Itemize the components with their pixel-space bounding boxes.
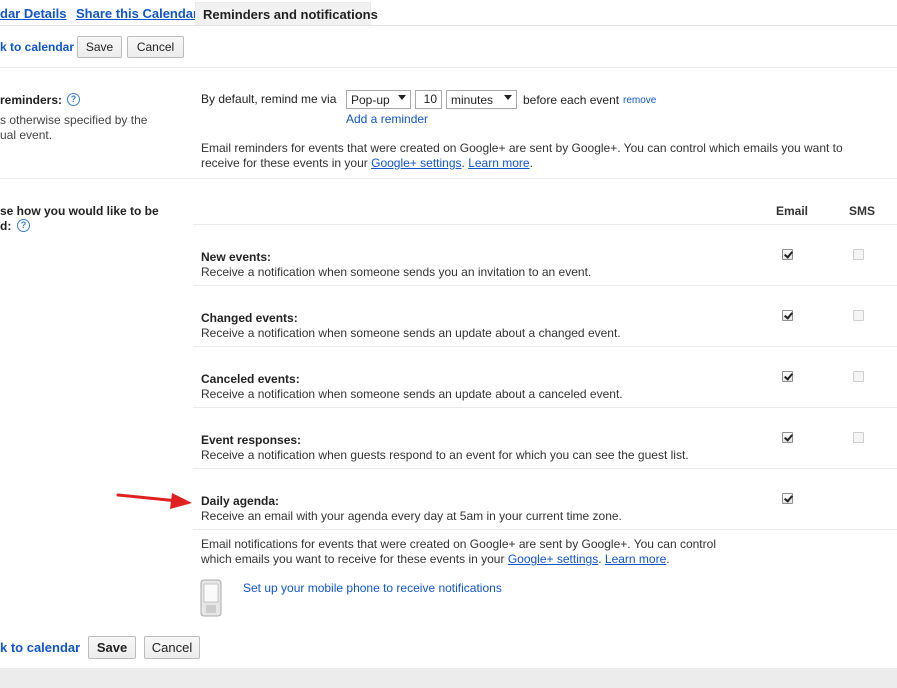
sms-checkbox-canceled-events[interactable]: [853, 371, 864, 382]
help-icon[interactable]: ?: [67, 93, 80, 106]
comma: .: [598, 552, 605, 566]
note-line-2: receive for these events in your: [201, 156, 368, 170]
row-title-changed-events: Changed events:: [201, 311, 298, 325]
email-checkbox-canceled-events[interactable]: [782, 371, 793, 382]
gplus-settings-link[interactable]: Google+ settings: [508, 552, 598, 566]
learn-more-link[interactable]: Learn more: [468, 156, 529, 170]
cancel-button-bottom[interactable]: Cancel: [144, 636, 200, 659]
reminder-method-value: Pop-up: [351, 92, 390, 107]
red-arrow-icon: [116, 493, 192, 509]
save-button[interactable]: Save: [77, 36, 122, 58]
tabs-divider: [0, 25, 897, 26]
help-icon[interactable]: ?: [17, 219, 30, 232]
email-checkbox-daily-agenda[interactable]: [782, 493, 793, 504]
mobile-phone-icon: [200, 579, 222, 617]
notifications-gplus-note: Email notifications for events that were…: [201, 537, 881, 567]
tab-reminders-label: Reminders and notifications: [203, 7, 378, 22]
sms-checkbox-event-responses[interactable]: [853, 432, 864, 443]
row-desc-event-responses: Receive a notification when guests respo…: [201, 448, 689, 462]
row-desc-changed-events: Receive a notification when someone send…: [201, 326, 621, 340]
tab-share-calendar[interactable]: Share this Calendar: [76, 6, 198, 21]
reminders-gplus-note: Email reminders for events that were cre…: [201, 141, 881, 171]
reminder-unit-select[interactable]: minutes: [446, 90, 517, 109]
notifications-heading-1: se how you would like to be: [0, 204, 159, 218]
reminders-desc-2: ual event.: [0, 128, 53, 142]
column-sms: SMS: [849, 204, 876, 218]
divider: [193, 407, 897, 408]
save-button-bottom[interactable]: Save: [88, 636, 136, 659]
email-checkbox-changed-events[interactable]: [782, 310, 793, 321]
cancel-button[interactable]: Cancel: [127, 36, 184, 58]
period: .: [666, 552, 670, 566]
reminder-unit-value: minutes: [451, 92, 494, 107]
remind-prefix: By default, remind me via: [201, 92, 337, 106]
notifications-heading-2: d:: [0, 219, 12, 233]
footer-bar: [0, 668, 897, 688]
row-desc-canceled-events: Receive a notification when someone send…: [201, 387, 623, 401]
row-title-canceled-events: Canceled events:: [201, 372, 300, 386]
tab-reminders-notifications[interactable]: Reminders and notifications: [195, 2, 378, 26]
reminder-amount-input[interactable]: 10: [415, 90, 442, 109]
note-line-1: Email reminders for events that were cre…: [201, 141, 843, 155]
learn-more-link[interactable]: Learn more: [605, 552, 666, 566]
column-email: Email: [776, 204, 809, 218]
sms-checkbox-changed-events[interactable]: [853, 310, 864, 321]
mobile-setup-link[interactable]: Set up your mobile phone to receive noti…: [243, 581, 502, 595]
email-checkbox-new-events[interactable]: [782, 249, 793, 260]
chevron-down-icon: [398, 95, 406, 100]
remind-suffix: before each event: [523, 93, 620, 107]
email-checkbox-event-responses[interactable]: [782, 432, 793, 443]
reminders-desc-1: s otherwise specified by the: [0, 113, 148, 127]
remove-reminder-link[interactable]: remove: [623, 95, 656, 106]
row-desc-new-events: Receive a notification when someone send…: [201, 265, 592, 279]
back-to-calendar-link[interactable]: k to calendar: [0, 40, 74, 54]
divider: [0, 67, 897, 68]
divider: [193, 285, 897, 286]
tab-calendar-details[interactable]: dar Details: [0, 6, 66, 21]
divider: [193, 224, 897, 225]
add-reminder-link[interactable]: Add a reminder: [346, 112, 428, 126]
sms-checkbox-new-events[interactable]: [853, 249, 864, 260]
note-line-1: Email notifications for events that were…: [201, 537, 716, 551]
row-title-daily-agenda: Daily agenda:: [201, 494, 280, 508]
gplus-settings-link[interactable]: Google+ settings: [371, 156, 461, 170]
back-to-calendar-link-bottom[interactable]: k to calendar: [0, 640, 80, 655]
reminders-heading: reminders:: [0, 93, 63, 107]
row-title-new-events: New events:: [201, 250, 272, 264]
chevron-down-icon: [504, 95, 512, 100]
divider: [0, 178, 897, 179]
note-line-2: which emails you want to receive for the…: [201, 552, 505, 566]
divider: [193, 529, 897, 530]
row-desc-daily-agenda: Receive an email with your agenda every …: [201, 509, 622, 523]
divider: [193, 346, 897, 347]
divider: [193, 468, 897, 469]
period: .: [529, 156, 533, 170]
reminder-method-select[interactable]: Pop-up: [346, 90, 411, 109]
row-title-event-responses: Event responses:: [201, 433, 302, 447]
